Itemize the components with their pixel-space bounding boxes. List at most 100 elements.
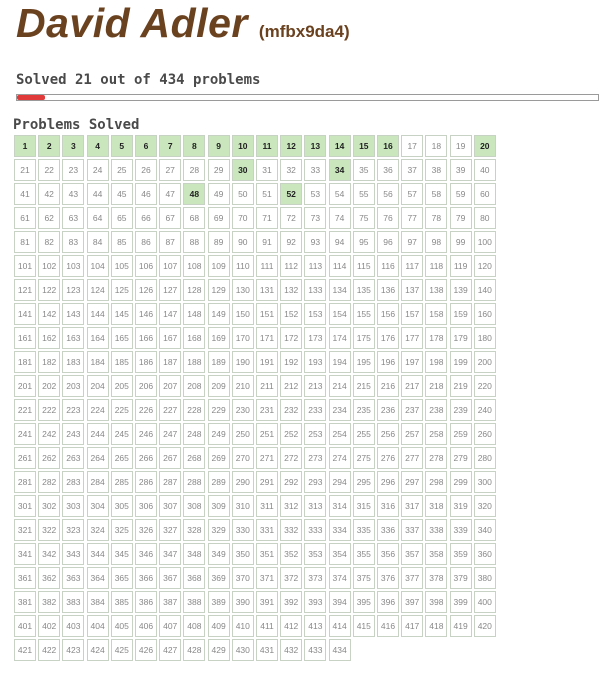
problem-cell-298[interactable]: 298 — [425, 471, 448, 493]
problem-cell-343[interactable]: 343 — [62, 543, 85, 565]
problem-cell-378[interactable]: 378 — [425, 567, 448, 589]
problem-cell-302[interactable]: 302 — [38, 495, 61, 517]
problem-cell-300[interactable]: 300 — [473, 471, 496, 493]
problem-cell-62[interactable]: 62 — [38, 207, 61, 229]
problem-cell-25[interactable]: 25 — [110, 159, 133, 181]
problem-cell-15[interactable]: 15 — [352, 135, 375, 157]
problem-cell-24[interactable]: 24 — [86, 159, 109, 181]
problem-cell-29[interactable]: 29 — [207, 159, 230, 181]
problem-cell-57[interactable]: 57 — [401, 183, 424, 205]
problem-cell-27[interactable]: 27 — [159, 159, 182, 181]
problem-cell-105[interactable]: 105 — [110, 255, 133, 277]
problem-cell-91[interactable]: 91 — [256, 231, 278, 253]
problem-cell-253[interactable]: 253 — [304, 423, 327, 445]
problem-cell-223[interactable]: 223 — [62, 399, 85, 421]
problem-cell-375[interactable]: 375 — [352, 567, 375, 589]
problem-cell-36[interactable]: 36 — [377, 159, 399, 181]
problem-cell-248[interactable]: 248 — [183, 423, 206, 445]
problem-cell-172[interactable]: 172 — [280, 327, 303, 349]
problem-cell-83[interactable]: 83 — [62, 231, 85, 253]
problem-cell-151[interactable]: 151 — [256, 303, 278, 325]
problem-cell-201[interactable]: 201 — [14, 375, 36, 397]
problem-cell-280[interactable]: 280 — [473, 447, 496, 469]
problem-cell-237[interactable]: 237 — [401, 399, 424, 421]
problem-cell-61[interactable]: 61 — [14, 207, 36, 229]
problem-cell-114[interactable]: 114 — [328, 255, 351, 277]
problem-cell-96[interactable]: 96 — [377, 231, 399, 253]
problem-cell-360[interactable]: 360 — [473, 543, 496, 565]
problem-cell-366[interactable]: 366 — [135, 567, 157, 589]
problem-cell-318[interactable]: 318 — [425, 495, 448, 517]
problem-cell-256[interactable]: 256 — [377, 423, 399, 445]
problem-cell-392[interactable]: 392 — [280, 591, 303, 613]
problem-cell-273[interactable]: 273 — [304, 447, 327, 469]
problem-cell-283[interactable]: 283 — [62, 471, 85, 493]
problem-cell-75[interactable]: 75 — [352, 207, 375, 229]
problem-cell-63[interactable]: 63 — [62, 207, 85, 229]
problem-cell-48[interactable]: 48 — [183, 183, 206, 205]
problem-cell-13[interactable]: 13 — [304, 135, 327, 157]
problem-cell-217[interactable]: 217 — [401, 375, 424, 397]
problem-cell-275[interactable]: 275 — [352, 447, 375, 469]
problem-cell-224[interactable]: 224 — [86, 399, 109, 421]
problem-cell-259[interactable]: 259 — [449, 423, 472, 445]
problem-cell-394[interactable]: 394 — [328, 591, 351, 613]
problem-cell-102[interactable]: 102 — [38, 255, 61, 277]
problem-cell-37[interactable]: 37 — [401, 159, 424, 181]
problem-cell-113[interactable]: 113 — [304, 255, 327, 277]
problem-cell-333[interactable]: 333 — [304, 519, 327, 541]
problem-cell-243[interactable]: 243 — [62, 423, 85, 445]
problem-cell-124[interactable]: 124 — [86, 279, 109, 301]
problem-cell-262[interactable]: 262 — [38, 447, 61, 469]
problem-cell-6[interactable]: 6 — [135, 135, 157, 157]
problem-cell-86[interactable]: 86 — [135, 231, 157, 253]
problem-cell-376[interactable]: 376 — [377, 567, 399, 589]
problem-cell-324[interactable]: 324 — [86, 519, 109, 541]
problem-cell-321[interactable]: 321 — [14, 519, 36, 541]
problem-cell-306[interactable]: 306 — [135, 495, 157, 517]
problem-cell-70[interactable]: 70 — [231, 207, 254, 229]
problem-cell-382[interactable]: 382 — [38, 591, 61, 613]
problem-cell-58[interactable]: 58 — [425, 183, 448, 205]
problem-cell-93[interactable]: 93 — [304, 231, 327, 253]
problem-cell-272[interactable]: 272 — [280, 447, 303, 469]
problem-cell-281[interactable]: 281 — [14, 471, 36, 493]
problem-cell-50[interactable]: 50 — [231, 183, 254, 205]
problem-cell-268[interactable]: 268 — [183, 447, 206, 469]
problem-cell-405[interactable]: 405 — [110, 615, 133, 637]
problem-cell-419[interactable]: 419 — [449, 615, 472, 637]
problem-cell-11[interactable]: 11 — [256, 135, 278, 157]
problem-cell-122[interactable]: 122 — [38, 279, 61, 301]
problem-cell-73[interactable]: 73 — [304, 207, 327, 229]
problem-cell-152[interactable]: 152 — [280, 303, 303, 325]
problem-cell-393[interactable]: 393 — [304, 591, 327, 613]
problem-cell-80[interactable]: 80 — [473, 207, 496, 229]
problem-cell-3[interactable]: 3 — [62, 135, 85, 157]
problem-cell-9[interactable]: 9 — [207, 135, 230, 157]
problem-cell-171[interactable]: 171 — [256, 327, 278, 349]
problem-cell-120[interactable]: 120 — [473, 255, 496, 277]
problem-cell-7[interactable]: 7 — [159, 135, 182, 157]
problem-cell-23[interactable]: 23 — [62, 159, 85, 181]
problem-cell-236[interactable]: 236 — [377, 399, 399, 421]
problem-cell-161[interactable]: 161 — [14, 327, 36, 349]
problem-cell-228[interactable]: 228 — [183, 399, 206, 421]
problem-cell-402[interactable]: 402 — [38, 615, 61, 637]
problem-cell-408[interactable]: 408 — [183, 615, 206, 637]
problem-cell-301[interactable]: 301 — [14, 495, 36, 517]
problem-cell-154[interactable]: 154 — [328, 303, 351, 325]
problem-cell-138[interactable]: 138 — [425, 279, 448, 301]
problem-cell-404[interactable]: 404 — [86, 615, 109, 637]
problem-cell-292[interactable]: 292 — [280, 471, 303, 493]
problem-cell-178[interactable]: 178 — [425, 327, 448, 349]
problem-cell-352[interactable]: 352 — [280, 543, 303, 565]
problem-cell-287[interactable]: 287 — [159, 471, 182, 493]
problem-cell-207[interactable]: 207 — [159, 375, 182, 397]
problem-cell-327[interactable]: 327 — [159, 519, 182, 541]
problem-cell-76[interactable]: 76 — [377, 207, 399, 229]
problem-cell-240[interactable]: 240 — [473, 399, 496, 421]
problem-cell-54[interactable]: 54 — [328, 183, 351, 205]
problem-cell-361[interactable]: 361 — [14, 567, 36, 589]
problem-cell-136[interactable]: 136 — [377, 279, 399, 301]
problem-cell-97[interactable]: 97 — [401, 231, 424, 253]
